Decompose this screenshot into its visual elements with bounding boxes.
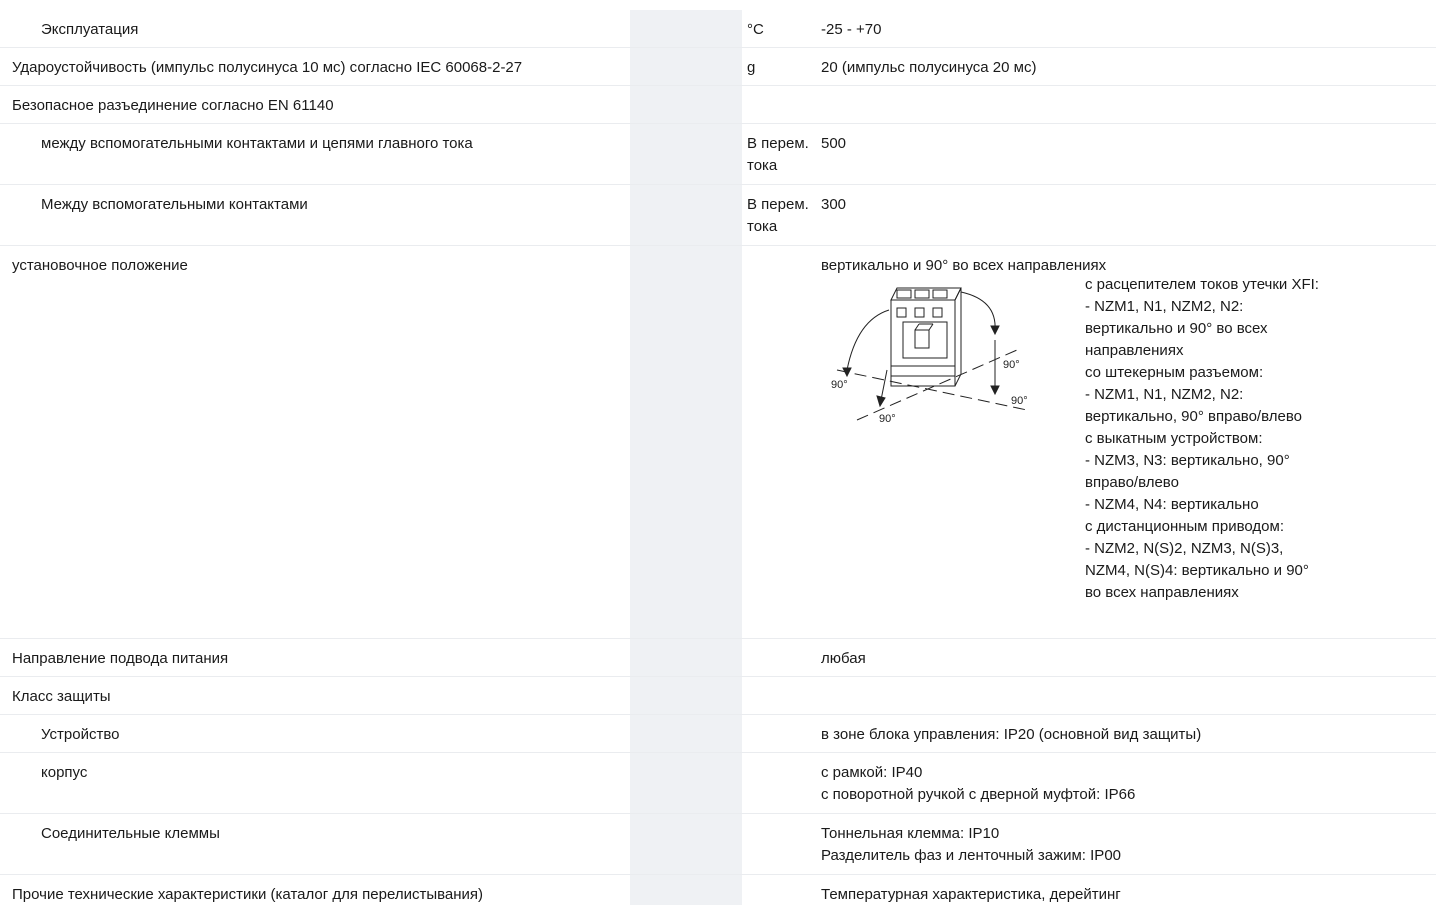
row-unit: В перем. тока xyxy=(742,124,817,177)
row-value: 300 xyxy=(817,185,1436,216)
note-line: NZM4, N(S)4: вертикально и 90° xyxy=(1085,560,1375,582)
note-line: со штекерным разъемом: xyxy=(1085,362,1375,384)
table-row: установочное положение вертикально и 90°… xyxy=(0,246,1436,639)
row-label: Удароустойчивость (импульс полусинуса 10… xyxy=(0,48,630,79)
table-row: Эксплуатация °C -25 - +70 xyxy=(0,10,1436,48)
note-line: вправо/влево xyxy=(1085,472,1375,494)
table-row: Удароустойчивость (импульс полусинуса 10… xyxy=(0,48,1436,86)
note-line: с дистанционным приводом: xyxy=(1085,516,1375,538)
table-row: корпус с рамкой: IP40 с поворотной ручко… xyxy=(0,753,1436,814)
row-unit-line: тока xyxy=(747,155,817,177)
table-row: Между вспомогательными контактами В пере… xyxy=(0,185,1436,246)
row-value-line: с поворотной ручкой с дверной муфтой: IP… xyxy=(821,784,1436,806)
row-unit xyxy=(742,814,817,823)
row-value xyxy=(817,677,1436,686)
row-label: корпус xyxy=(0,753,630,784)
row-value xyxy=(817,86,1436,95)
row-value-line: с рамкой: IP40 xyxy=(821,762,1436,784)
row-label: Между вспомогательными контактами xyxy=(0,185,630,216)
row-label: Устройство xyxy=(0,715,630,746)
angle-label-left: 90° xyxy=(831,379,848,391)
note-line: - NZM2, N(S)2, NZM3, N(S)3, xyxy=(1085,538,1375,560)
note-line: с расцепителем токов утечки XFI: xyxy=(1085,274,1375,296)
row-value: -25 - +70 xyxy=(817,10,1436,41)
note-line: вертикально, 90° вправо/влево xyxy=(1085,406,1375,428)
row-value: в зоне блока управления: IP20 (основной … xyxy=(817,715,1436,746)
row-unit xyxy=(742,86,817,95)
row-label: между вспомогательными контактами и цепя… xyxy=(0,124,630,155)
note-line: - NZM1, N1, NZM2, N2: xyxy=(1085,296,1375,318)
row-unit xyxy=(742,875,817,884)
angle-label-bottom: 90° xyxy=(879,413,896,425)
row-unit xyxy=(742,677,817,686)
table-row: Прочие технические характеристики (катал… xyxy=(0,875,1436,906)
table-row: Безопасное разъединение согласно EN 6114… xyxy=(0,86,1436,124)
row-value-line: Разделитель фаз и ленточный зажим: IP00 xyxy=(821,845,1436,867)
row-label: Класс защиты xyxy=(0,677,630,708)
row-unit xyxy=(742,715,817,724)
circuit-breaker-mounting-diagram-icon: 90° 90° 90° 90° xyxy=(827,270,1047,430)
row-value[interactable]: Температурная характеристика, дерейтинг xyxy=(817,875,1436,906)
row-unit: В перем. тока xyxy=(742,185,817,238)
spec-table: Эксплуатация °C -25 - +70 Удароустойчиво… xyxy=(0,10,1436,906)
row-value: с рамкой: IP40 с поворотной ручкой с две… xyxy=(817,753,1436,806)
row-unit-line: В перем. xyxy=(747,133,817,155)
angle-label-right-bottom: 90° xyxy=(1011,395,1028,407)
note-line: - NZM1, N1, NZM2, N2: xyxy=(1085,384,1375,406)
angle-label-right-top: 90° xyxy=(1003,359,1020,371)
mounting-notes: с расцепителем токов утечки XFI: - NZM1,… xyxy=(1085,274,1375,604)
mounting-position-value: вертикально и 90° во всех направлениях xyxy=(817,246,1436,635)
row-unit xyxy=(742,639,817,648)
row-value: 20 (импульс полусинуса 20 мс) xyxy=(817,48,1436,79)
row-unit-line: В перем. xyxy=(747,194,817,216)
table-row: Направление подвода питания любая xyxy=(0,639,1436,677)
row-value: 500 xyxy=(817,124,1436,155)
table-row: Устройство в зоне блока управления: IP20… xyxy=(0,715,1436,753)
row-unit: °C xyxy=(742,10,817,41)
note-line: во всех направлениях xyxy=(1085,582,1375,604)
table-row: между вспомогательными контактами и цепя… xyxy=(0,124,1436,185)
row-label: установочное положение xyxy=(0,246,630,277)
row-label: Соединительные клеммы xyxy=(0,814,630,845)
note-line: - NZM3, N3: вертикально, 90° xyxy=(1085,450,1375,472)
row-unit-line: тока xyxy=(747,216,817,238)
row-label: Эксплуатация xyxy=(0,10,630,41)
row-label: Безопасное разъединение согласно EN 6114… xyxy=(0,86,630,117)
row-value: любая xyxy=(817,639,1436,670)
row-unit xyxy=(742,753,817,762)
note-line: вертикально и 90° во всех xyxy=(1085,318,1375,340)
row-value: Тоннельная клемма: IP10 Разделитель фаз … xyxy=(817,814,1436,867)
row-label: Направление подвода питания xyxy=(0,639,630,670)
note-line: - NZM4, N4: вертикально xyxy=(1085,494,1375,516)
note-line: с выкатным устройством: xyxy=(1085,428,1375,450)
row-label: Прочие технические характеристики (катал… xyxy=(0,875,630,906)
row-unit xyxy=(742,246,817,255)
note-line: направлениях xyxy=(1085,340,1375,362)
table-row: Соединительные клеммы Тоннельная клемма:… xyxy=(0,814,1436,875)
row-value-line: Тоннельная клемма: IP10 xyxy=(821,823,1436,845)
row-unit: g xyxy=(742,48,817,79)
table-row: Класс защиты xyxy=(0,677,1436,715)
